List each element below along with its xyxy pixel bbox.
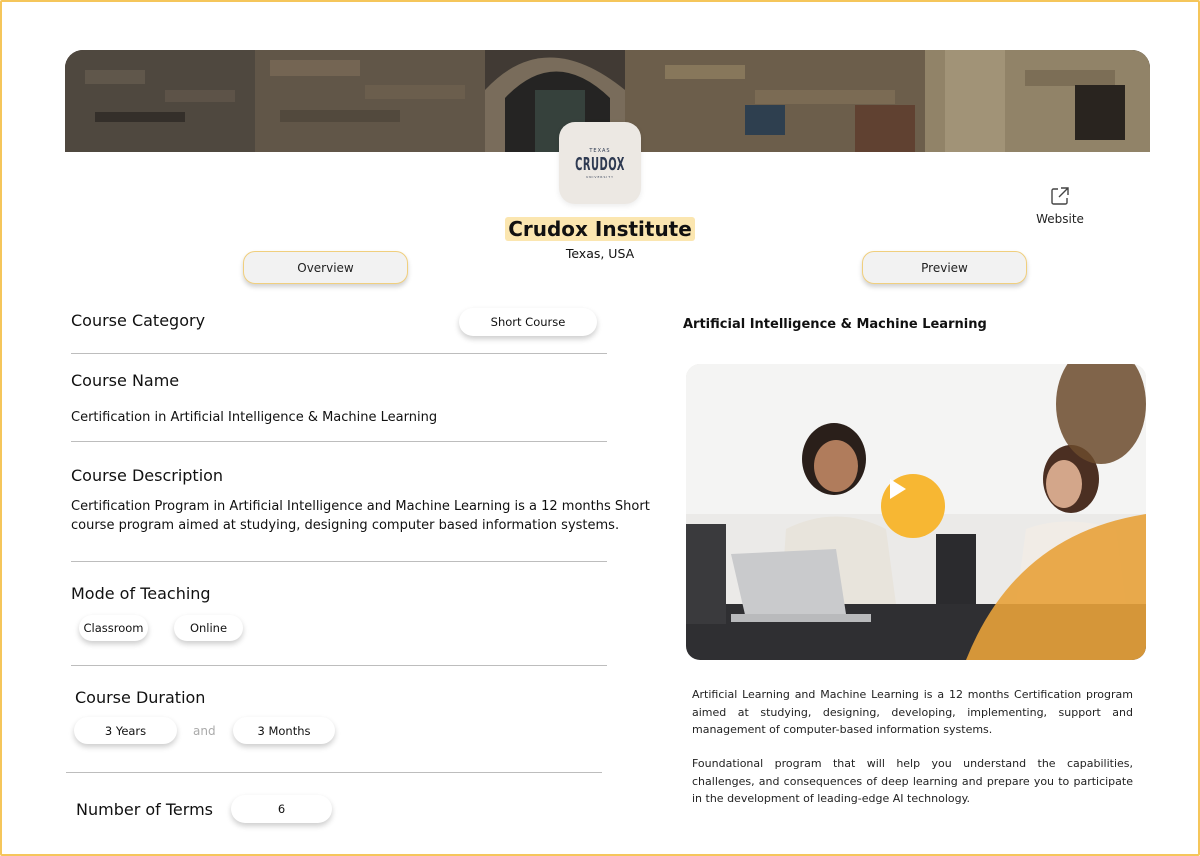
course-description-label: Course Description <box>71 466 224 485</box>
preview-course-title: Artificial Intelligence & Machine Learni… <box>683 317 987 332</box>
institute-name: Crudox Institute <box>0 217 1200 241</box>
course-name-label: Course Name <box>71 371 180 390</box>
external-link-icon <box>1051 187 1069 205</box>
mode-of-teaching-label: Mode of Teaching <box>71 584 211 603</box>
play-button[interactable] <box>881 474 945 538</box>
website-label: Website <box>1036 212 1084 226</box>
course-description-line-2: course program aimed at studying, design… <box>71 518 620 533</box>
divider <box>71 353 607 354</box>
number-of-terms-label: Number of Terms <box>76 800 213 819</box>
preview-description-2: Foundational program that will help you … <box>692 757 1133 805</box>
logo-main-text: CRUDOX <box>575 153 625 175</box>
tab-overview[interactable]: Overview <box>243 251 408 284</box>
duration-months-chip[interactable]: 3 Months <box>233 717 335 744</box>
course-category-label: Course Category <box>71 311 206 330</box>
divider <box>71 441 607 442</box>
logo-bottom-text: UNIVERSITY <box>586 174 614 179</box>
course-category-chip[interactable]: Short Course <box>459 308 597 336</box>
preview-description-1: Artificial Learning and Machine Learning… <box>692 688 1133 736</box>
divider <box>71 561 607 562</box>
course-description-line-1: Certification Program in Artificial Inte… <box>71 499 650 514</box>
course-name-value: Certification in Artificial Intelligence… <box>71 410 438 425</box>
logo-top-text: TEXAS <box>589 147 611 154</box>
website-link[interactable]: Website <box>1030 186 1090 226</box>
duration-and-text: and <box>193 724 216 738</box>
mode-classroom-chip[interactable]: Classroom <box>79 615 148 641</box>
play-icon <box>890 479 906 499</box>
duration-years-chip[interactable]: 3 Years <box>74 717 177 744</box>
number-of-terms-chip[interactable]: 6 <box>231 795 332 823</box>
course-duration-label: Course Duration <box>75 688 206 707</box>
divider <box>71 665 607 666</box>
tab-preview[interactable]: Preview <box>862 251 1027 284</box>
divider <box>66 772 602 773</box>
institute-logo: TEXAS CRUDOX UNIVERSITY <box>559 122 641 204</box>
course-preview-video[interactable] <box>686 364 1146 660</box>
mode-online-chip[interactable]: Online <box>174 615 243 641</box>
